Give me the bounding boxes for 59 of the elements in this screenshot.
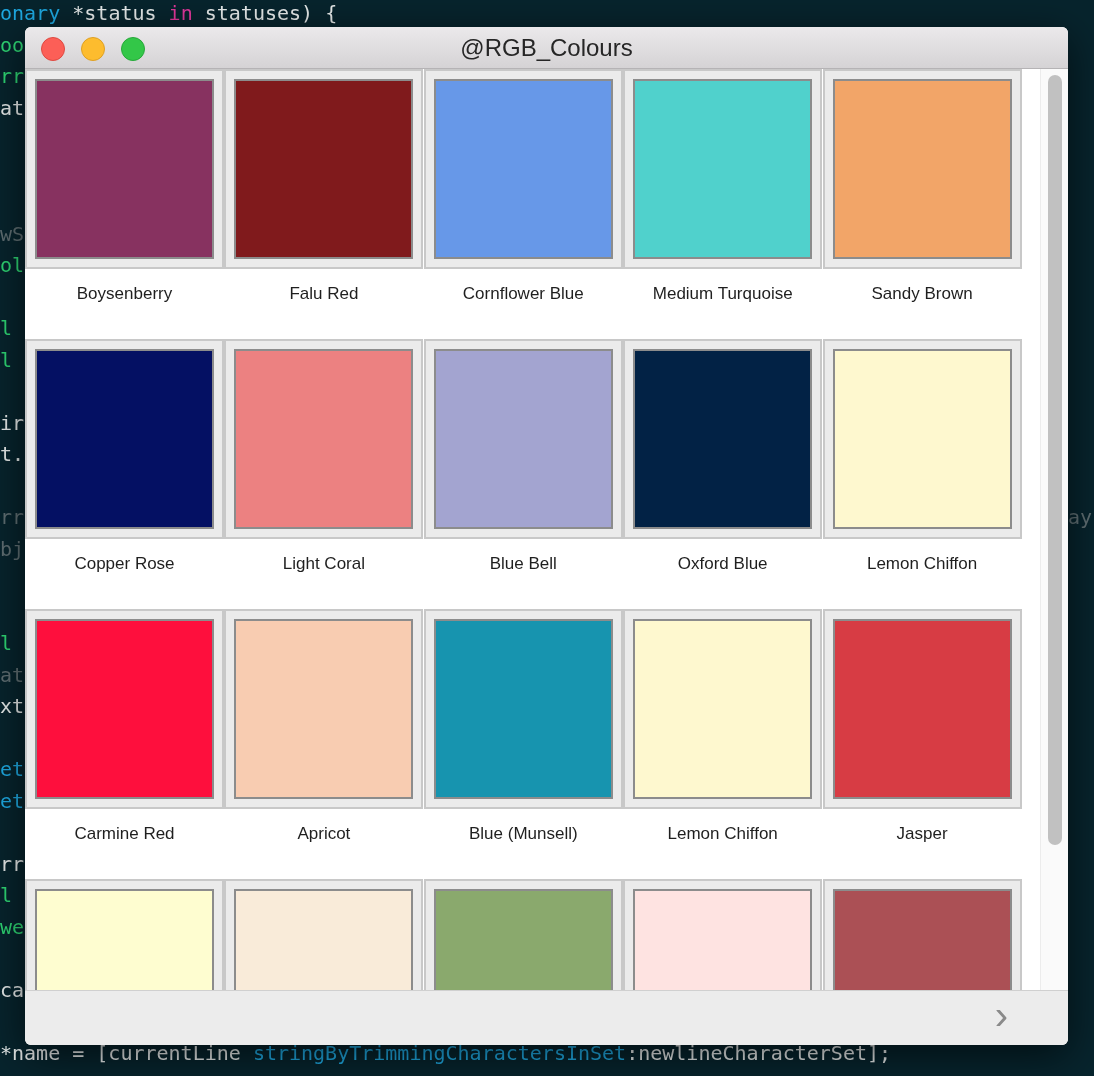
swatch-frame[interactable] <box>224 609 424 809</box>
code-line: l <box>0 347 13 372</box>
next-button[interactable]: › <box>994 995 1008 1041</box>
code-line: rr <box>0 851 25 876</box>
swatch-frame[interactable] <box>25 609 224 809</box>
code-line: *name = [currentLine stringByTrimmingCharactersInSet:newlineCharacterSet]; <box>0 1040 892 1065</box>
minimize-icon[interactable] <box>81 37 105 61</box>
colour-name: Boysenberry <box>75 283 174 305</box>
swatch-frame[interactable] <box>25 69 224 269</box>
window-title: @RGB_Colours <box>460 32 633 63</box>
swatch-frame[interactable] <box>25 339 224 539</box>
code-line: at <box>0 662 25 687</box>
colour-name: Carmine Red <box>73 823 176 845</box>
colour-name: Copper Rose <box>73 553 176 575</box>
colour-name: Blue Bell <box>488 553 558 575</box>
code-line: onary *status in statuses) { <box>0 1 338 25</box>
colour-name: Medium Turquoise <box>651 283 794 305</box>
colour-name: Jasper <box>895 823 949 845</box>
swatch-frame[interactable] <box>423 69 623 269</box>
code-line: ol <box>0 253 25 277</box>
colour-name: Lemon Chiffon <box>666 823 779 845</box>
code-line: xt <box>0 694 25 718</box>
swatch-frame[interactable] <box>822 609 1022 809</box>
colour-name: Falu Red <box>288 283 360 305</box>
swatch-frame[interactable] <box>822 69 1022 269</box>
colour-name: Apricot <box>296 823 352 845</box>
swatch-frame[interactable] <box>623 69 823 269</box>
code-line: rr <box>0 64 25 88</box>
code-line: t. <box>0 442 25 466</box>
scrollbar-thumb[interactable] <box>1047 75 1062 845</box>
code-line: et <box>0 788 25 813</box>
swatch-frame[interactable] <box>423 609 623 809</box>
colour-name: Cornflower Blue <box>461 283 585 305</box>
colour-name: Sandy Brown <box>870 283 974 305</box>
code-line: at <box>0 95 25 120</box>
colour-name: Light Coral <box>281 553 366 575</box>
colour-name: Lemon Chiffon <box>865 553 979 575</box>
close-icon[interactable] <box>41 37 65 61</box>
code-line: we <box>0 914 25 939</box>
swatch-frame[interactable] <box>822 339 1022 539</box>
code-line: bj <box>0 536 25 561</box>
code-line: ca <box>0 977 25 1002</box>
code-line: wS <box>0 221 25 246</box>
code-line: rr <box>0 505 25 529</box>
code-line: ir <box>0 410 25 435</box>
swatch-frame[interactable] <box>224 69 424 269</box>
swatch-frame[interactable] <box>623 609 823 809</box>
code-line: l <box>0 883 13 907</box>
swatch-frame[interactable] <box>623 339 823 539</box>
colour-name: Blue (Munsell) <box>467 823 579 845</box>
code-line: l <box>0 631 13 655</box>
code-line: et <box>0 757 25 781</box>
swatch-frame[interactable] <box>224 339 424 539</box>
zoom-icon[interactable] <box>121 37 145 61</box>
code-line: l <box>0 316 13 340</box>
code-line: oo <box>0 32 25 57</box>
colour-name: Oxford Blue <box>676 553 769 575</box>
swatch-frame[interactable] <box>423 339 623 539</box>
code-fragment: ay <box>1067 504 1092 530</box>
